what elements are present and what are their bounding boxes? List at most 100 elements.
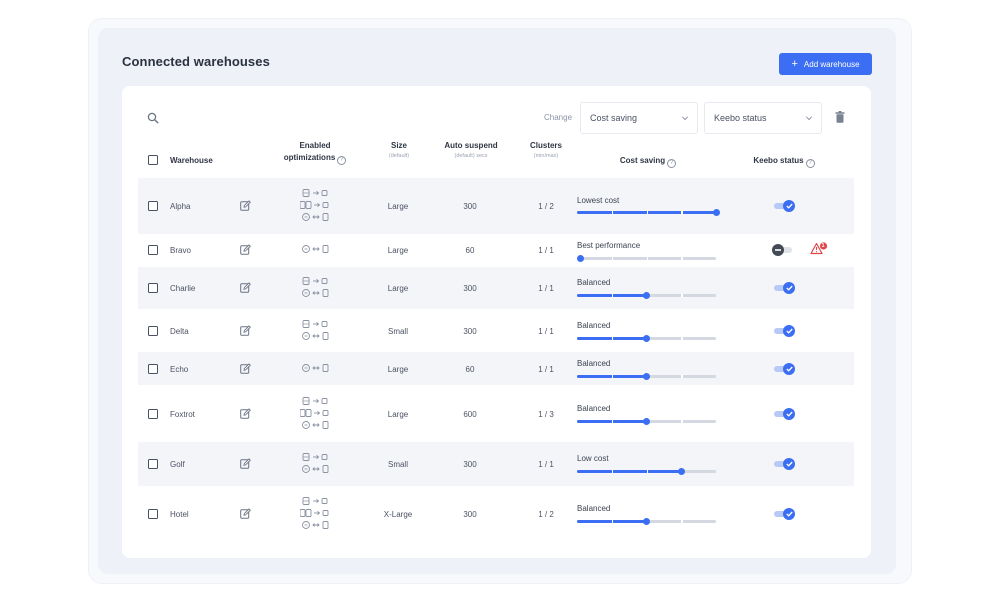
edit-icon[interactable] [240,508,251,519]
cost-saving-slider-handle[interactable] [643,418,650,425]
warehouse-name: Charlie [170,284,196,293]
row-checkbox[interactable] [148,283,158,293]
auto-suspend-value: 300 [463,460,477,469]
trash-icon[interactable] [835,111,845,123]
size-value: Large [387,202,409,211]
cost-saving-slider-fill [577,470,682,473]
column-header-auto-suspend[interactable]: Auto suspend (default) secs [436,140,506,160]
optimization-icon [302,421,329,429]
check-icon [785,511,793,517]
slider-segment-divider [646,257,648,260]
edit-icon[interactable] [240,408,251,419]
keebo-status-toggle[interactable] [774,508,796,520]
cost-saving-slider[interactable] [577,255,716,262]
row-checkbox[interactable] [148,326,158,336]
keebo-status-toggle[interactable] [774,458,796,470]
enabled-optimizations [300,188,334,224]
toggle-knob [772,244,784,256]
column-header-enabled-line2: optimizations [283,153,336,162]
edit-icon[interactable] [240,325,251,336]
cost-saving-slider-handle[interactable] [643,518,650,525]
optimization-icon [300,409,329,417]
keebo-status-toggle[interactable] [774,408,796,420]
column-header-clusters-sub: (min/max) [533,153,559,159]
cost-saving-label: Balanced [577,278,611,287]
warehouse-name: Echo [170,365,189,374]
select-all-checkbox[interactable] [148,155,158,165]
check-icon [785,366,793,372]
clusters-value: 1 / 1 [538,246,554,255]
column-header-warehouse[interactable]: Warehouse [170,155,213,167]
column-header-keebo-status[interactable]: Keebo status? [744,155,824,168]
auto-suspend-value: 300 [463,510,477,519]
column-header-enabled-line1: Enabled [299,141,331,150]
keebo-status-toggle[interactable] [772,244,796,256]
keebo-status-toggle[interactable] [774,325,796,337]
auto-suspend-value: 60 [465,246,475,255]
edit-icon[interactable] [240,282,251,293]
optimization-icon [302,521,329,529]
row-checkbox[interactable] [148,459,158,469]
keebo-status-toggle[interactable] [774,363,796,375]
warehouse-name: Foxtrot [170,410,195,419]
column-header-clusters[interactable]: Clusters (min/max) [520,140,572,160]
auto-suspend-value: 600 [463,410,477,419]
optimization-icon [302,453,328,461]
cost-saving-slider[interactable] [577,518,716,525]
change-label: Change [544,113,573,122]
help-icon[interactable]: ? [667,159,677,168]
cost-saving-slider[interactable] [577,373,716,380]
cost-saving-slider-handle[interactable] [677,468,685,475]
cost-saving-slider-handle[interactable] [643,335,650,342]
slider-segment-divider [681,257,683,260]
cost-saving-slider[interactable] [577,335,716,342]
cost-saving-slider[interactable] [577,209,720,216]
edit-icon[interactable] [240,458,251,469]
table-row: Delta Small 300 1 / 1 Balanced [138,309,854,352]
cost-saving-slider-handle[interactable] [577,255,584,262]
row-checkbox[interactable] [148,201,158,211]
page-title: Connected warehouses [122,54,270,69]
cost-saving-slider-handle[interactable] [643,292,650,299]
search-icon[interactable] [147,112,159,124]
row-checkbox[interactable] [148,245,158,255]
row-checkbox[interactable] [148,364,158,374]
cost-saving-slider-handle[interactable] [712,209,720,216]
optimization-icon [302,277,328,285]
row-checkbox[interactable] [148,409,158,419]
warehouse-name: Alpha [170,202,191,211]
column-header-cost-label: Cost saving [619,156,666,165]
warehouse-name: Bravo [170,246,191,255]
edit-icon[interactable] [240,363,251,374]
help-icon[interactable]: ? [805,159,815,168]
row-checkbox[interactable] [148,509,158,519]
edit-icon[interactable] [240,244,251,255]
cost-saving-slider[interactable] [577,468,716,475]
edit-icon[interactable] [240,200,251,211]
keebo-status-toggle[interactable] [774,282,796,294]
slider-segment-divider [681,337,683,340]
check-icon [785,203,793,209]
cost-saving-slider-handle[interactable] [643,373,650,380]
cost-saving-slider[interactable] [577,418,716,425]
optimization-icon [302,465,329,473]
help-icon[interactable]: ? [337,156,347,165]
slider-segment-divider [681,211,683,214]
keebo-status-select[interactable]: Keebo status [704,102,822,134]
cost-saving-label: Best performance [577,241,641,250]
column-header-size-label: Size [390,141,407,150]
table-row: Bravo Large 60 1 / 1 Best performance 1 [138,234,854,267]
column-header-cost-saving[interactable]: Cost saving? [608,155,688,168]
enabled-optimizations [300,452,334,476]
cost-saving-select[interactable]: Cost saving [580,102,698,134]
warehouse-name: Golf [170,460,185,469]
add-warehouse-button[interactable]: + Add warehouse [779,53,872,75]
column-header-size[interactable]: Size (default) [369,140,429,160]
keebo-status-toggle[interactable] [774,200,796,212]
optimization-icon [302,245,329,253]
warning-icon[interactable]: 1 [810,242,828,256]
cost-saving-slider[interactable] [577,292,716,299]
clusters-value: 1 / 2 [538,202,554,211]
slider-segment-divider [611,470,614,473]
enabled-optimizations [300,319,334,343]
